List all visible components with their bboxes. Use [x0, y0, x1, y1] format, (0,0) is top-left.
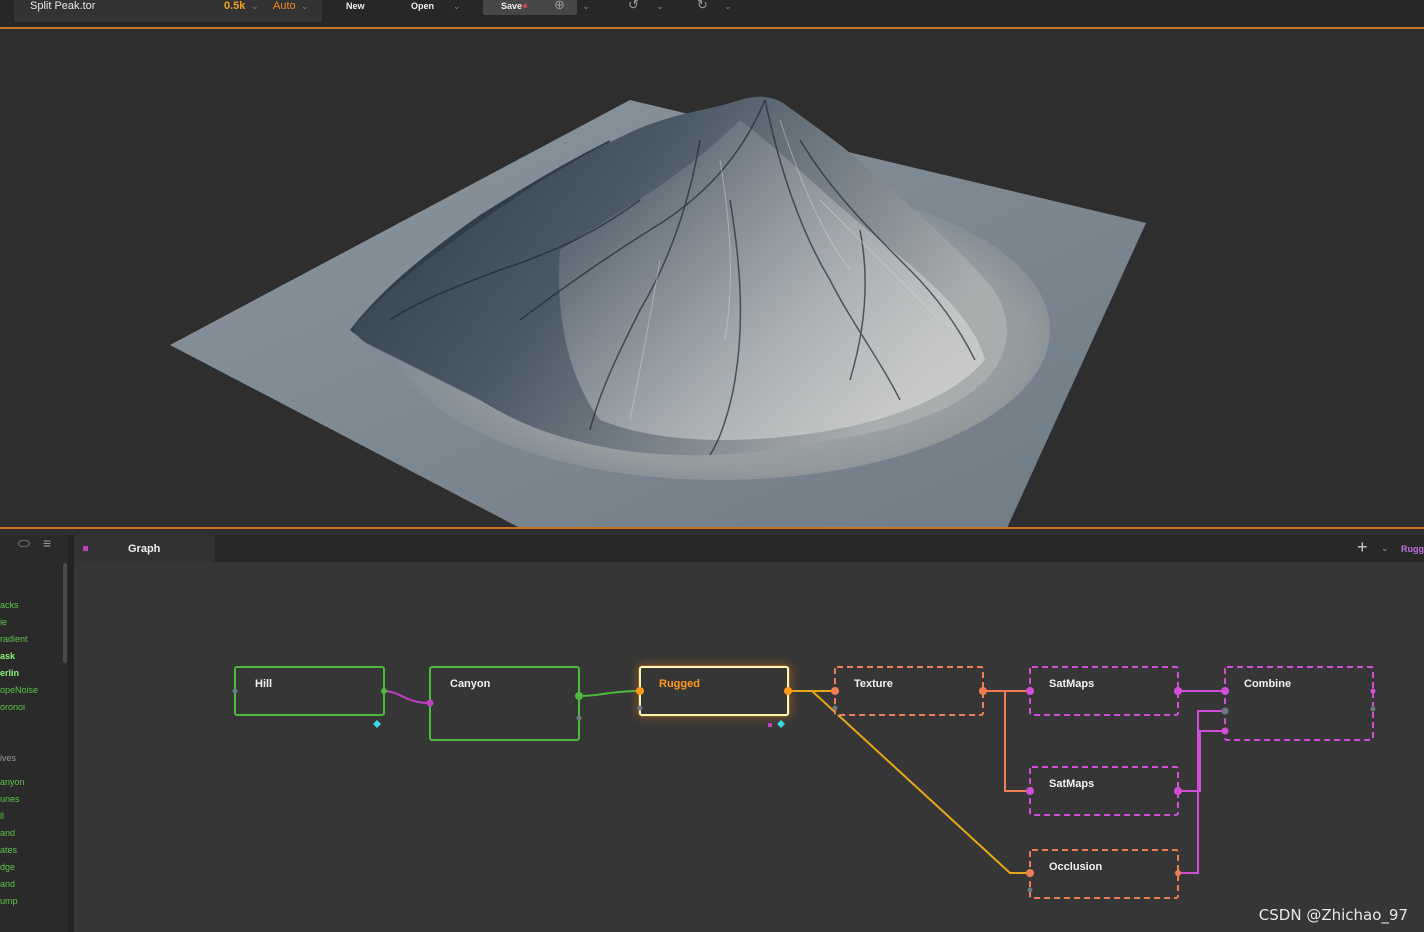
library-item[interactable]: and — [0, 879, 15, 890]
wire-hill-canyon — [383, 690, 431, 704]
node-label-occlusion: Occlusion — [1049, 861, 1103, 873]
active-node-label[interactable]: Rugg — [1401, 544, 1424, 554]
top-toolbar: Split Peak.tor 0.5k ⌄ Auto ⌄ New Open ⌄ … — [0, 0, 1424, 29]
redo-icon[interactable]: ↻ — [697, 0, 708, 11]
terrain-render[interactable] — [0, 29, 1424, 528]
library-item[interactable]: ll — [0, 811, 4, 822]
lower-panel: ⬭ ≡ acks ie radient ask erlin opeNoise oronoi … — [0, 529, 1424, 932]
chevron-down-icon[interactable]: ⌄ — [724, 0, 732, 12]
graph-tab-bar: Graph + ⌄ Rugg — [74, 535, 1424, 562]
chevron-down-icon[interactable]: ⌄ — [453, 0, 461, 12]
add-icon[interactable]: + — [1357, 537, 1368, 558]
library-item[interactable]: anyon — [0, 777, 25, 788]
graph-tab-label: Graph — [128, 543, 161, 555]
library-item[interactable]: ask — [0, 651, 15, 662]
resolution-select[interactable]: 0.5k — [224, 0, 245, 12]
chevron-down-icon[interactable]: ⌄ — [301, 0, 309, 12]
toggle-icon[interactable]: ⬭ — [18, 536, 30, 550]
node-satmaps-2[interactable] — [1026, 766, 1182, 816]
node-texture[interactable] — [831, 666, 987, 716]
library-item[interactable]: dge — [0, 862, 15, 873]
node-label-rugged: Rugged — [659, 678, 700, 690]
menu-icon[interactable]: ≡ — [43, 536, 51, 550]
unsaved-indicator — [523, 4, 527, 8]
node-graph-canvas[interactable]: Hill Canyon Rugged Texture SatMaps SatMa… — [74, 562, 1424, 932]
node-label-satmaps-1: SatMaps — [1049, 678, 1095, 690]
node-label-canyon: Canyon — [450, 678, 491, 690]
build-mode-select[interactable]: Auto — [273, 0, 296, 12]
node-occlusion[interactable] — [1026, 849, 1181, 899]
document-title[interactable]: Split Peak.tor — [30, 0, 95, 12]
watermark: CSDN @Zhichao_97 — [1258, 906, 1408, 924]
graph-tab-marker — [83, 546, 88, 551]
output-marker — [768, 723, 772, 727]
tab-graph[interactable]: Graph — [74, 535, 214, 562]
node-graph-svg[interactable] — [74, 562, 1424, 932]
node-label-hill: Hill — [255, 678, 273, 690]
node-hill[interactable] — [232, 666, 388, 728]
diamond-icon — [373, 720, 381, 728]
chevron-down-icon[interactable]: ⌄ — [251, 0, 259, 12]
3d-viewport[interactable] — [0, 29, 1424, 528]
library-scrollbar[interactable] — [63, 563, 67, 663]
library-item[interactable]: ie — [0, 617, 7, 628]
library-item[interactable]: erlin — [0, 668, 19, 679]
library-item[interactable]: oronoi — [0, 702, 25, 713]
wire-texture-satmaps2 — [1004, 691, 1030, 792]
library-item[interactable]: unes — [0, 794, 20, 805]
undo-icon[interactable]: ↺ — [628, 0, 639, 11]
node-rugged[interactable] — [636, 665, 792, 728]
open-button[interactable]: Open — [411, 0, 434, 12]
node-label-combine: Combine — [1244, 678, 1292, 690]
wire-satmaps2-combine — [1178, 730, 1225, 792]
node-label-texture: Texture — [854, 678, 893, 690]
node-satmaps-1[interactable] — [1026, 666, 1182, 716]
chevron-down-icon[interactable]: ⌄ — [1381, 543, 1389, 554]
wire-rugged-occlusion — [811, 690, 1030, 874]
library-item[interactable]: and — [0, 828, 15, 839]
node-library-panel: ⬭ ≡ acks ie radient ask erlin opeNoise oronoi … — [0, 535, 68, 932]
chevron-down-icon[interactable]: ⌄ — [582, 0, 590, 12]
library-item[interactable]: ump — [0, 896, 18, 907]
library-section-header: ives — [0, 753, 17, 763]
diamond-icon — [777, 720, 785, 728]
save-button[interactable]: Save — [501, 0, 522, 12]
library-item[interactable]: acks — [0, 600, 19, 611]
node-label-satmaps-2: SatMaps — [1049, 778, 1095, 790]
chevron-down-icon[interactable]: ⌄ — [656, 0, 664, 12]
library-item[interactable]: ates — [0, 845, 17, 856]
wire-canyon-rugged — [578, 690, 641, 697]
library-item[interactable]: radient — [0, 634, 28, 645]
new-button[interactable]: New — [346, 0, 365, 12]
library-item[interactable]: opeNoise — [0, 685, 38, 696]
plus-circle-icon[interactable]: ⊕ — [554, 0, 565, 11]
